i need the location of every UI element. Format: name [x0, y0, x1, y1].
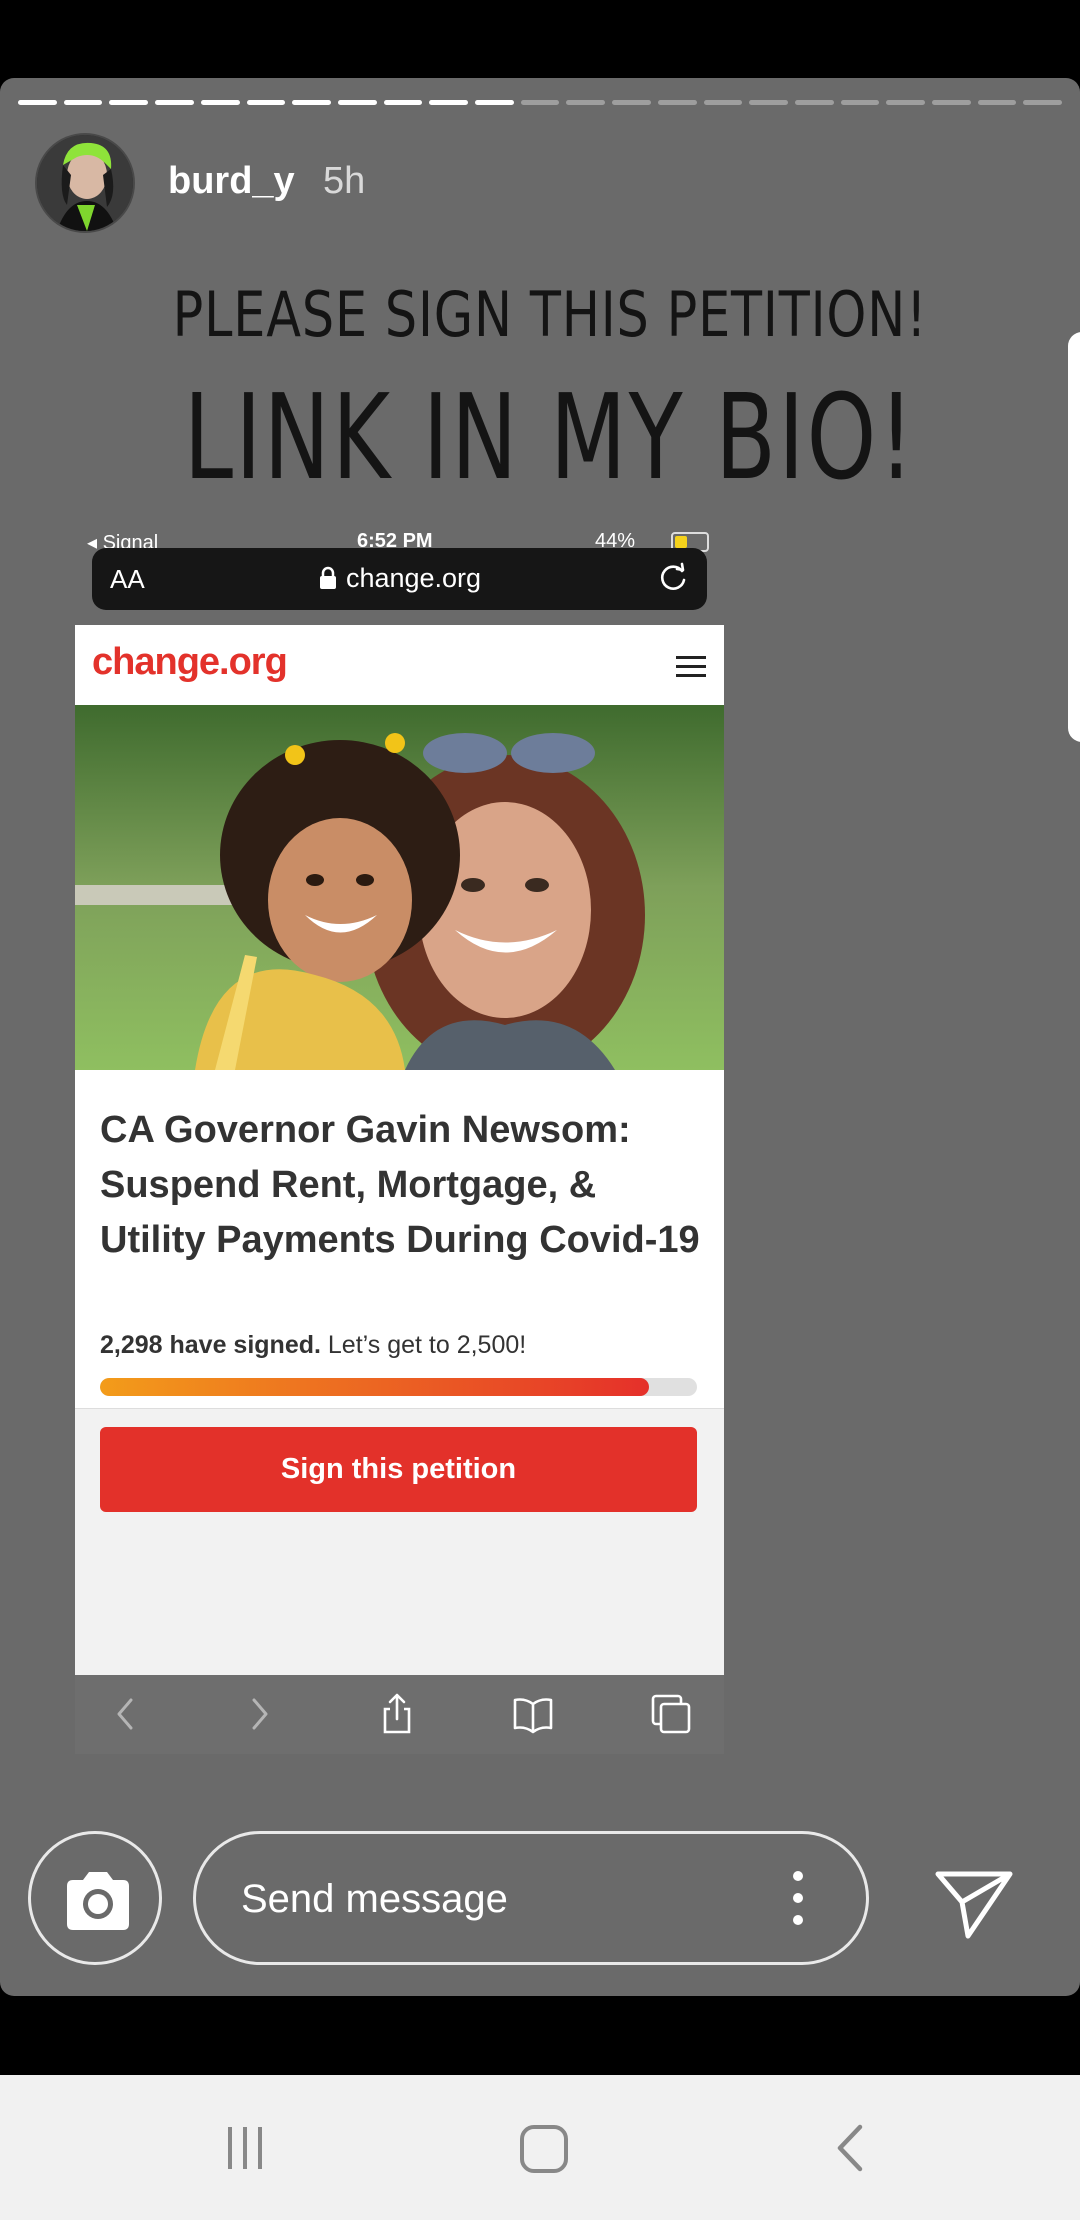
- back-nav-icon[interactable]: [826, 2123, 876, 2173]
- petition-title: CA Governor Gavin Newsom: Suspend Rent, …: [100, 1109, 700, 1261]
- sign-petition-button: Sign this petition: [100, 1427, 697, 1512]
- share-icon: [383, 1693, 411, 1734]
- story-progress-segment: [932, 100, 971, 105]
- story-progress-segment: [612, 100, 651, 105]
- signature-progress-bar: [100, 1378, 697, 1396]
- avatar[interactable]: [35, 133, 135, 233]
- sign-footer: Sign this petition: [75, 1408, 724, 1675]
- story-progress-segment: [200, 100, 240, 105]
- webpage: change.org CA Governor Gavin Newsom: Sus…: [75, 625, 724, 1675]
- address-url-text: change.org: [345, 563, 482, 593]
- story-progress-segment: [63, 100, 103, 105]
- story-progress-segment: [337, 100, 377, 105]
- story-progress-segment: [246, 100, 286, 105]
- story-progress-segment: [703, 100, 743, 105]
- address-url: change.org: [92, 563, 707, 594]
- camera-icon: [67, 1872, 129, 1930]
- story-progress-segment: [109, 100, 149, 105]
- forward-icon: [252, 1698, 268, 1730]
- browser-address-bar: AA change.org: [92, 548, 707, 610]
- story-progress-segment: [840, 100, 880, 105]
- story-progress-segment: [520, 100, 560, 105]
- more-options-icon[interactable]: [790, 1868, 806, 1928]
- signature-count: 2,298 have signed. Let’s get to 2,500!: [100, 1331, 526, 1360]
- reload-icon: [660, 562, 686, 590]
- signed-count-text: 2,298 have signed.: [100, 1331, 321, 1359]
- send-message-input[interactable]: Send message: [193, 1831, 869, 1965]
- embedded-screenshot: ◂ Signal 6:52 PM 44% AA change.org chang…: [75, 518, 724, 1754]
- browser-toolbar: [75, 1675, 724, 1754]
- recent-apps-icon[interactable]: [220, 2123, 270, 2173]
- story-text-headline: PLEASE SIGN THIS PETITION!: [172, 278, 928, 351]
- story-progress-segment: [566, 100, 606, 105]
- goal-text: Let’s get to 2,500!: [320, 1331, 527, 1359]
- signature-progress-fill: [100, 1378, 649, 1396]
- lock-icon: [319, 566, 336, 589]
- android-navigation-bar: [0, 2075, 1080, 2220]
- tabs-icon: [651, 1694, 691, 1734]
- next-story-card-edge: [1068, 332, 1080, 742]
- hamburger-menu-icon: [676, 656, 706, 677]
- send-message-placeholder: Send message: [241, 1877, 508, 1921]
- story-text-subheadline: LINK IN MY BIO!: [183, 368, 917, 506]
- story-progress-segment: [155, 100, 194, 105]
- bookmarks-icon: [513, 1698, 553, 1734]
- story-progress-segment: [749, 100, 788, 105]
- back-icon: [117, 1698, 133, 1730]
- story-progress-bar: [18, 100, 1063, 106]
- story-progress-segment: [383, 100, 423, 105]
- home-icon[interactable]: [518, 2123, 570, 2175]
- story-progress-segment: [657, 100, 697, 105]
- send-direct-icon[interactable]: [932, 1868, 1016, 1942]
- petition-photo: [75, 705, 724, 1070]
- story-progress-segment: [886, 100, 926, 105]
- site-logo: change.org: [92, 641, 288, 683]
- story-progress-segment: [429, 100, 469, 105]
- story-progress-segment: [475, 100, 514, 105]
- story-progress-segment: [1023, 100, 1063, 105]
- camera-button[interactable]: [28, 1831, 162, 1965]
- story-progress-segment: [18, 100, 57, 105]
- story-view[interactable]: burd_y 5h PLEASE SIGN THIS PETITION! LIN…: [0, 78, 1080, 1996]
- story-progress-segment: [977, 100, 1017, 105]
- story-progress-segment: [292, 100, 331, 105]
- story-progress-segment: [794, 100, 834, 105]
- story-timestamp: 5h: [323, 160, 366, 202]
- story-username[interactable]: burd_y: [168, 160, 295, 203]
